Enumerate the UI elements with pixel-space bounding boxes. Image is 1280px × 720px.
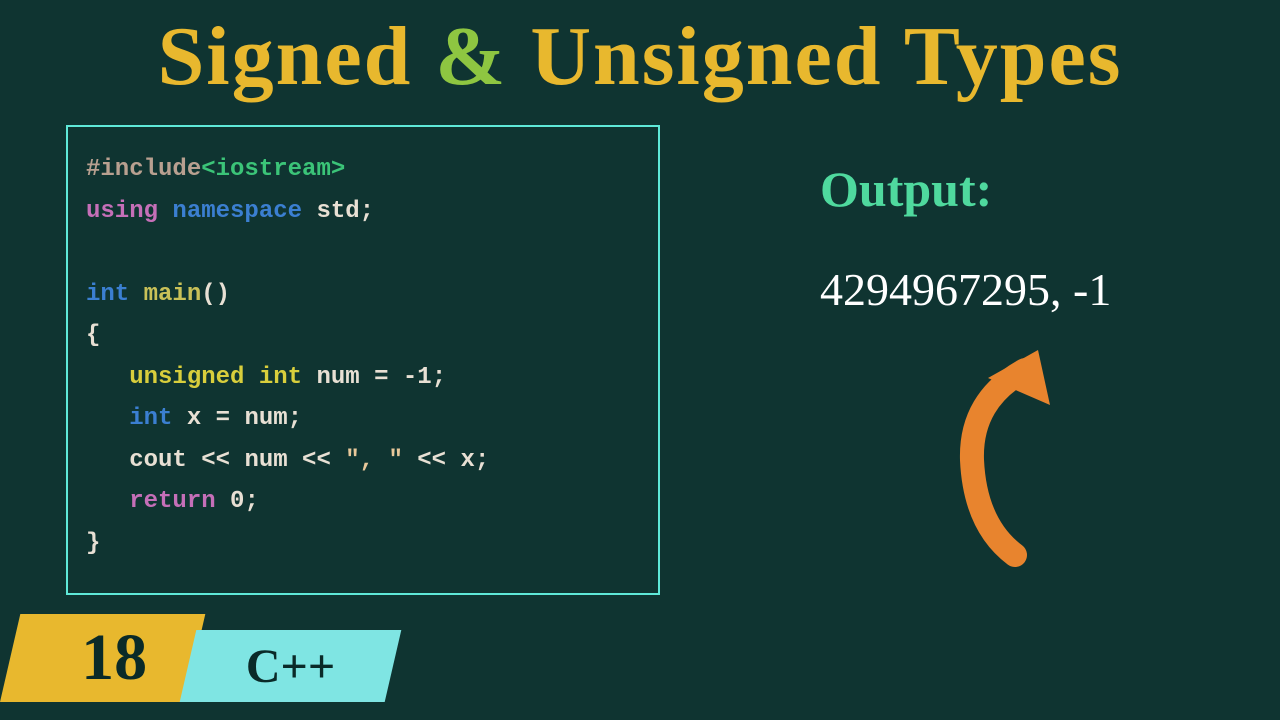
title-part1: Signed xyxy=(158,10,413,103)
title-part2: Unsigned Types xyxy=(530,10,1122,103)
code-block: #include<iostream> using namespace std; … xyxy=(66,125,660,595)
arrow-icon xyxy=(910,330,1110,570)
language-badge: C++ xyxy=(180,630,402,702)
code-blank xyxy=(86,232,640,274)
code-line-9: } xyxy=(86,523,640,565)
language-label: C++ xyxy=(246,639,335,694)
code-line-2: using namespace std; xyxy=(86,191,640,233)
output-value: 4294967295, -1 xyxy=(820,263,1111,316)
output-label: Output: xyxy=(820,160,992,218)
code-line-6: int x = num; xyxy=(86,398,640,440)
code-line-3: int main() xyxy=(86,274,640,316)
title-amp: & xyxy=(435,10,507,103)
lesson-number: 18 xyxy=(59,620,147,696)
lesson-number-badge: 18 xyxy=(0,614,205,702)
code-line-7: cout << num << ", " << x; xyxy=(86,440,640,482)
code-line-8: return 0; xyxy=(86,481,640,523)
code-line-1: #include<iostream> xyxy=(86,149,640,191)
page-title: Signed & Unsigned Types xyxy=(0,8,1280,105)
code-line-4: { xyxy=(86,315,640,357)
code-line-5: unsigned int num = -1; xyxy=(86,357,640,399)
